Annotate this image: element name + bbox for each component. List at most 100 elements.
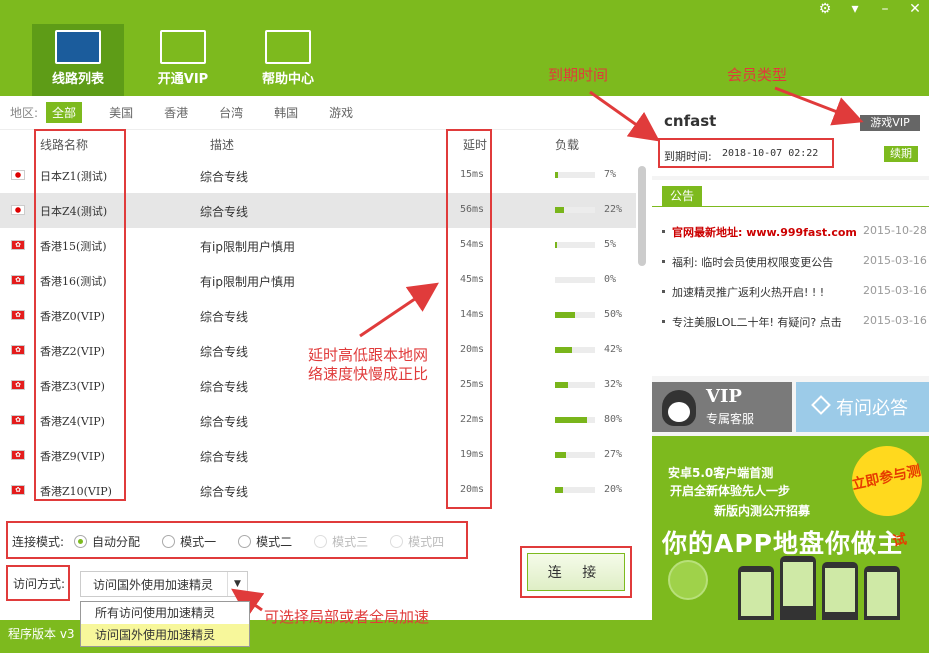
gear-icon[interactable]: ⚙ xyxy=(817,1,833,17)
news-title: 官网最新地址: www.999fast.com xyxy=(672,226,857,239)
table-row[interactable]: ✿ 香港Z10(VIP) 综合专线 20ms 20% xyxy=(0,473,636,508)
news-date: 2015-03-16 xyxy=(863,254,927,267)
server-name: 香港Z4(VIP) xyxy=(40,415,105,428)
news-item[interactable]: 福利: 临时会员使用权限变更公告 2015-03-16 xyxy=(660,250,929,272)
server-name: 香港Z0(VIP) xyxy=(40,310,105,323)
phone-image xyxy=(822,562,858,620)
radio-circle xyxy=(390,534,404,548)
table-row[interactable]: ✿ 香港Z4(VIP) 综合专线 22ms 80% xyxy=(0,403,636,438)
username: cnfast xyxy=(664,112,717,130)
table-row[interactable]: 日本Z4(测试) 综合专线 56ms 22% xyxy=(0,193,636,228)
phone-image xyxy=(780,556,816,620)
header-latency: 延时 xyxy=(463,138,488,152)
notice-tab[interactable]: 公告 xyxy=(662,186,702,206)
bullet-icon xyxy=(662,260,665,263)
access-dropdown: 所有访问使用加速精灵 访问国外使用加速精灵 xyxy=(80,601,250,647)
vip-subtitle: 专属客服 xyxy=(706,412,755,426)
load-percent: 32% xyxy=(604,379,623,390)
close-icon[interactable]: ✕ xyxy=(907,1,923,17)
ad-line-2: 开启全新体验先人一步 xyxy=(670,484,791,498)
server-latency: 22ms xyxy=(460,414,485,425)
faq-title: 有问必答 xyxy=(836,398,908,418)
mode-auto-radio[interactable]: 自动分配 xyxy=(74,533,140,550)
region-option-hk[interactable]: 香港 xyxy=(160,102,192,123)
expiry-value: 2018-10-07 02:22 xyxy=(722,148,819,159)
tab-label: 线路列表 xyxy=(51,72,104,87)
account-card: cnfast 游戏VIP 到期时间: 2018-10-07 02:22 续期 xyxy=(652,96,929,176)
region-option-kr[interactable]: 韩国 xyxy=(270,102,302,123)
access-option-foreign[interactable]: 访问国外使用加速精灵 xyxy=(81,624,249,646)
news-date: 2015-03-16 xyxy=(863,314,927,327)
access-select[interactable]: 访问国外使用加速精灵 ▼ xyxy=(80,571,248,597)
load-percent: 20% xyxy=(604,484,623,495)
mode-four-radio: 模式四 xyxy=(390,533,444,550)
load-bar-fill xyxy=(555,417,587,423)
load-bar xyxy=(555,487,595,493)
penguin-icon xyxy=(662,390,696,426)
annotation-member-type: 会员类型 xyxy=(727,66,788,84)
region-option-us[interactable]: 美国 xyxy=(105,102,137,123)
tab-open-vip[interactable]: 开通VIP xyxy=(137,24,229,96)
table-row[interactable]: ✿ 香港15(测试) 有ip限制用户慎用 54ms 5% xyxy=(0,228,636,263)
load-bar-fill xyxy=(555,452,566,458)
annotation-expiry-time: 到期时间 xyxy=(548,66,609,84)
news-item[interactable]: 加速精灵推广返利火热开启! ! ! 2015-03-16 xyxy=(660,280,929,302)
table-row[interactable]: ✿ 香港Z9(VIP) 综合专线 19ms 27% xyxy=(0,438,636,473)
server-desc: 综合专线 xyxy=(200,380,249,394)
server-latency: 20ms xyxy=(460,344,485,355)
tab-help-center[interactable]: 帮助中心 xyxy=(242,24,334,96)
hongkong-flag-icon: ✿ xyxy=(11,380,25,390)
connection-mode: 连接模式: 自动分配 模式一 模式二 模式三 模式四 xyxy=(8,523,468,559)
bullet-icon xyxy=(662,290,665,293)
rocket-icon xyxy=(668,560,708,600)
server-latency: 56ms xyxy=(460,204,485,215)
bullet-icon xyxy=(662,320,665,323)
load-bar-fill xyxy=(555,207,564,213)
minimize-icon[interactable]: – xyxy=(877,1,893,17)
region-option-tw[interactable]: 台湾 xyxy=(215,102,247,123)
access-option-all[interactable]: 所有访问使用加速精灵 xyxy=(81,602,249,624)
table-row[interactable]: ✿ 香港16(测试) 有ip限制用户慎用 45ms 0% xyxy=(0,263,636,298)
table-row[interactable]: 日本Z1(测试) 综合专线 15ms 7% xyxy=(0,158,636,193)
scrollbar[interactable] xyxy=(638,166,646,266)
faq-button[interactable]: 有问必答 xyxy=(796,382,929,432)
chevron-down-icon[interactable]: ▼ xyxy=(227,572,247,596)
hongkong-flag-icon: ✿ xyxy=(11,485,25,495)
load-bar xyxy=(555,172,595,178)
vip-support-button[interactable]: VIP 专属客服 xyxy=(652,382,792,432)
cart-icon xyxy=(160,30,206,64)
version-label: 程序版本 v3 xyxy=(8,627,75,641)
region-option-all[interactable]: 全部 xyxy=(46,102,83,123)
load-bar xyxy=(555,312,595,318)
region-option-game[interactable]: 游戏 xyxy=(325,102,357,123)
renew-button[interactable]: 续期 xyxy=(884,146,918,162)
load-bar xyxy=(555,417,595,423)
menu-icon[interactable]: ▾ xyxy=(847,1,863,17)
load-bar-fill xyxy=(555,242,557,248)
server-name: 香港16(测试) xyxy=(40,275,107,288)
connect-button[interactable]: 连 接 xyxy=(527,553,625,591)
mode-one-radio[interactable]: 模式一 xyxy=(162,533,216,550)
tab-server-list[interactable]: 线路列表 xyxy=(32,24,124,96)
access-value: 访问国外使用加速精灵 xyxy=(93,577,214,592)
news-item[interactable]: 官网最新地址: www.999fast.com 2015-10-28 xyxy=(660,220,929,242)
phone-image xyxy=(864,566,900,620)
mode-three-radio: 模式三 xyxy=(314,533,368,550)
vip-type-badge: 游戏VIP xyxy=(860,115,920,131)
server-latency: 20ms xyxy=(460,484,485,495)
table-row[interactable]: ✿ 香港Z0(VIP) 综合专线 14ms 50% xyxy=(0,298,636,333)
ad-line-3: 新版内测公开招募 xyxy=(714,504,811,518)
region-filter: 地区: 全部 美国 香港 台湾 韩国 游戏 xyxy=(0,96,650,130)
ad-line-1: 安卓5.0客户端首测 xyxy=(668,466,774,480)
ad-banner[interactable]: 安卓5.0客户端首测 开启全新体验先人一步 新版内测公开招募 你的APP地盘你做… xyxy=(652,436,929,620)
help-search-icon xyxy=(265,30,311,64)
load-percent: 27% xyxy=(604,449,623,460)
news-item[interactable]: 专注美服LOL二十年! 有疑问? 点击 2015-03-16 xyxy=(660,310,929,332)
top-header: ⚙ ▾ – ✕ 线路列表 开通VIP 帮助中心 xyxy=(0,0,929,96)
radio-circle xyxy=(238,534,252,548)
japan-flag-icon xyxy=(11,205,25,215)
mode-two-radio[interactable]: 模式二 xyxy=(238,533,292,550)
japan-flag-icon xyxy=(11,170,25,180)
server-list-icon xyxy=(55,30,101,64)
load-percent: 7% xyxy=(604,169,617,180)
